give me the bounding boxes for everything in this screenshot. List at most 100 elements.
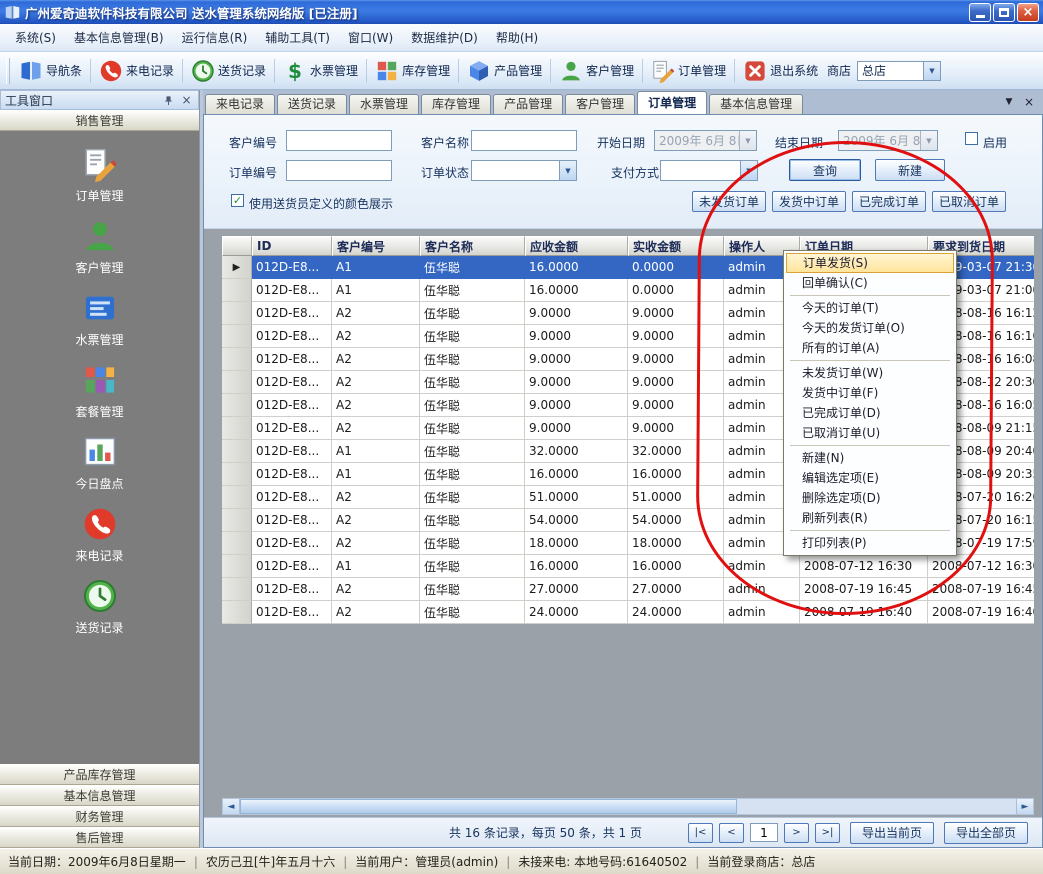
column-header-3[interactable]: 客户名称 [420,236,525,256]
sidebar-group-1[interactable]: 产品库存管理 [0,764,199,785]
row-selector[interactable] [222,348,252,371]
new-button[interactable]: 新建 [875,159,945,181]
tab-delivery-records[interactable]: 送货记录 [277,94,347,114]
column-header-1[interactable]: ID [252,236,332,256]
row-selector[interactable] [222,578,252,601]
chevron-down-icon[interactable]: ▼ [739,131,756,150]
row-selector[interactable] [222,509,252,532]
context-menu-item-print-list[interactable]: 打印列表(P) [786,533,954,553]
minimize-button[interactable] [969,3,991,22]
sidebar-item-order[interactable]: 订单管理 [10,143,189,207]
tab-inventory[interactable]: 库存管理 [421,94,491,114]
sidebar-item-package[interactable]: 套餐管理 [10,359,189,423]
sidebar-group-4[interactable]: 售后管理 [0,827,199,848]
context-menu-item-shipping-orders[interactable]: 发货中订单(F) [786,383,954,403]
shop-select[interactable]: 总店 ▼ [857,61,941,81]
sidebar-group-sales[interactable]: 销售管理 [0,110,199,131]
context-menu-item-confirm-receipt[interactable]: 回单确认(C) [786,273,954,293]
menu-item-7[interactable]: 帮助(H) [487,24,547,51]
context-menu-item-today-orders[interactable]: 今天的订单(T) [786,298,954,318]
scroll-right-icon[interactable]: ► [1016,799,1033,814]
context-menu-item-today-shipped-orders[interactable]: 今天的发货订单(O) [786,318,954,338]
row-selector[interactable] [222,555,252,578]
sidebar-item-clock[interactable]: 送货记录 [10,575,189,639]
scroll-left-icon[interactable]: ◄ [223,799,240,814]
chevron-down-icon[interactable]: ▼ [920,131,937,150]
column-header-2[interactable]: 客户编号 [332,236,420,256]
table-horizontal-scrollbar[interactable]: ◄ ► [222,798,1034,815]
sidebar-item-waterticket[interactable]: 水票管理 [10,287,189,351]
row-selector[interactable] [222,371,252,394]
shipping-orders-button[interactable]: 发货中订单 [772,191,846,212]
toolbar-button-clock[interactable]: 送货记录 [186,56,271,86]
row-selector[interactable] [222,440,252,463]
tool-window-close-icon[interactable]: × [179,93,194,107]
table-row[interactable]: 012D-E8...A2伍华聪24.000024.0000admin2008-0… [222,601,1034,624]
sidebar-group-2[interactable]: 基本信息管理 [0,785,199,806]
color-display-checkbox[interactable] [231,194,244,207]
end-date-picker[interactable]: 2009年 6月 8日 ▼ [838,130,938,151]
first-page-button[interactable]: |< [688,823,713,843]
row-selector[interactable] [222,601,252,624]
context-menu-item-cancelled-orders[interactable]: 已取消订单(U) [786,423,954,443]
row-selector[interactable] [222,463,252,486]
toolbar-button-dollar[interactable]: $水票管理 [278,56,363,86]
context-menu-item-ship-order[interactable]: 订单发货(S) [786,253,954,273]
sidebar-item-phone[interactable]: 来电记录 [10,503,189,567]
toolbar-button-phone[interactable]: 来电记录 [94,56,179,86]
sidebar-group-3[interactable]: 财务管理 [0,806,199,827]
tab-products[interactable]: 产品管理 [493,94,563,114]
row-selector[interactable] [222,302,252,325]
toolbar-button-order[interactable]: 订单管理 [646,56,731,86]
row-selector[interactable] [222,279,252,302]
cancelled-orders-button[interactable]: 已取消订单 [932,191,1006,212]
customer-no-input[interactable] [286,130,392,151]
order-no-input[interactable] [286,160,392,181]
menu-item-3[interactable]: 运行信息(R) [173,24,257,51]
row-selector[interactable] [222,394,252,417]
export-current-button[interactable]: 导出当前页 [850,822,934,844]
last-page-button[interactable]: >| [815,823,840,843]
chevron-down-icon[interactable]: ▼ [740,161,757,180]
prev-page-button[interactable]: < [719,823,744,843]
next-page-button[interactable]: > [784,823,809,843]
menu-item-6[interactable]: 数据维护(D) [402,24,487,51]
chevron-down-icon[interactable]: ▼ [923,62,940,80]
tab-dropdown-icon[interactable]: ▼ [1001,94,1017,109]
pay-method-select[interactable]: ▼ [660,160,758,181]
tab-basic-info[interactable]: 基本信息管理 [709,94,803,114]
toolbar-button-exit[interactable]: 退出系统 [738,56,823,86]
context-menu-item-edit-selected[interactable]: 编辑选定项(E) [786,468,954,488]
context-menu-item-unshipped-orders[interactable]: 未发货订单(W) [786,363,954,383]
scrollbar-thumb[interactable] [240,799,737,814]
toolbar-button-customer[interactable]: 客户管理 [554,56,639,86]
context-menu-item-completed-orders[interactable]: 已完成订单(D) [786,403,954,423]
table-row[interactable]: 012D-E8...A1伍华聪16.000016.0000admin2008-0… [222,555,1034,578]
query-button[interactable]: 查询 [789,159,861,181]
tab-water-tickets[interactable]: 水票管理 [349,94,419,114]
unshipped-orders-button[interactable]: 未发货订单 [692,191,766,212]
customer-name-input[interactable] [471,130,577,151]
completed-orders-button[interactable]: 已完成订单 [852,191,926,212]
row-selector[interactable]: ▶ [222,256,252,279]
toolbar-button-navigator[interactable]: 导航条 [14,56,87,86]
menu-item-5[interactable]: 窗口(W) [339,24,402,51]
sidebar-item-customer[interactable]: 客户管理 [10,215,189,279]
row-selector[interactable] [222,532,252,555]
context-menu-item-all-orders[interactable]: 所有的订单(A) [786,338,954,358]
column-header-4[interactable]: 应收金额 [525,236,628,256]
toolbar-button-product[interactable]: 产品管理 [462,56,547,86]
enable-checkbox[interactable] [965,132,978,145]
pin-icon[interactable] [161,93,176,107]
row-selector[interactable] [222,486,252,509]
tab-close-icon[interactable]: × [1021,94,1037,109]
chevron-down-icon[interactable]: ▼ [559,161,576,180]
tab-orders[interactable]: 订单管理 [637,91,707,114]
page-number-input[interactable] [750,823,778,842]
table-row[interactable]: 012D-E8...A2伍华聪27.000027.0000admin2008-0… [222,578,1034,601]
sidebar-item-stocktake[interactable]: 今日盘点 [10,431,189,495]
maximize-button[interactable] [993,3,1015,22]
column-header-5[interactable]: 实收金额 [628,236,724,256]
scrollbar-track[interactable] [240,799,1016,814]
context-menu-item-delete-selected[interactable]: 删除选定项(D) [786,488,954,508]
